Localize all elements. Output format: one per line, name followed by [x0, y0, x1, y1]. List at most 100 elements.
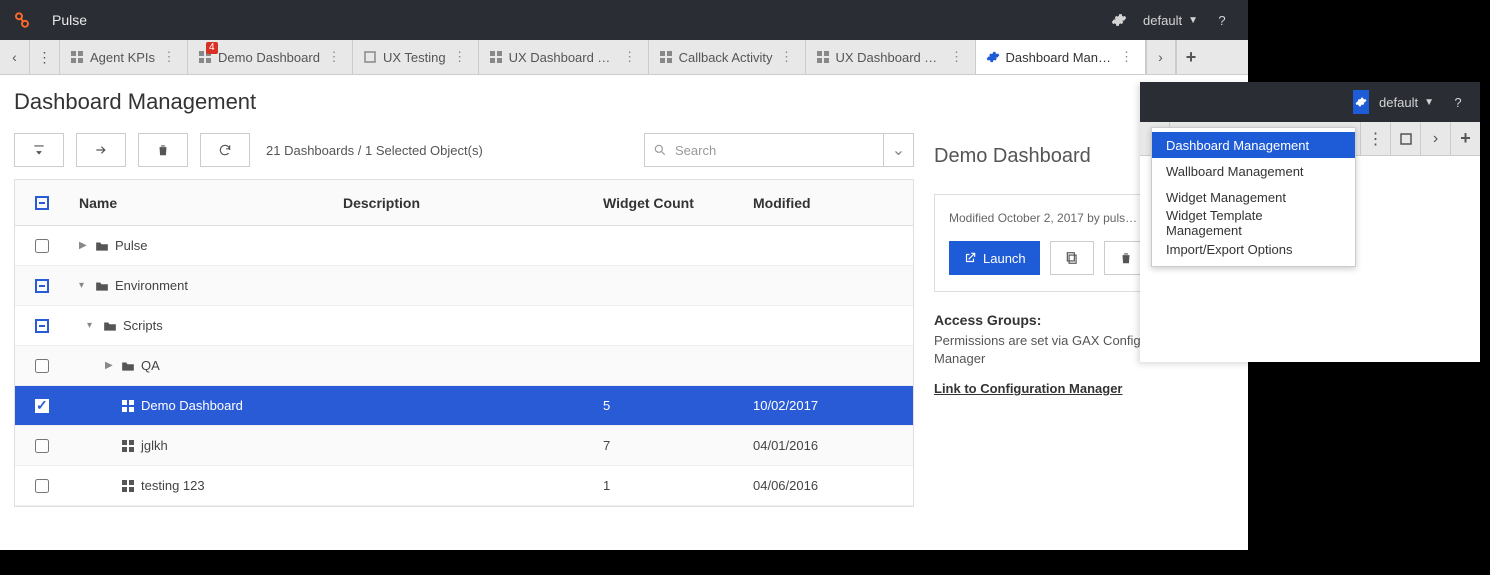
row-checkbox[interactable]	[35, 439, 49, 453]
toolbar: 21 Dashboards / 1 Selected Object(s) ⌄	[14, 133, 914, 167]
tab-more-icon[interactable]: ⋮	[779, 49, 795, 65]
dashboard-icon	[121, 479, 135, 493]
folder-icon	[103, 319, 117, 333]
overlay-add-button[interactable]: +	[1450, 122, 1480, 155]
tab-agent-kpis[interactable]: Agent KPIs ⋮	[60, 40, 188, 74]
search-box: ⌄	[644, 133, 914, 167]
copy-button[interactable]	[1050, 241, 1094, 275]
menu-item-dashboard-management[interactable]: Dashboard Management	[1152, 132, 1355, 158]
row-name: Demo Dashboard	[141, 398, 243, 413]
overlay-window: default ▼ ? Is ⋮ › + Dashboard Managemen…	[1140, 82, 1480, 362]
table-row[interactable]: ▾Scripts	[15, 306, 913, 346]
tab-scroll-left-button[interactable]: ‹	[0, 40, 30, 74]
col-desc[interactable]: Description	[333, 195, 593, 211]
tab-ux-testing[interactable]: UX Testing ⋮	[353, 40, 479, 74]
expand-icon[interactable]: ▶	[79, 240, 89, 251]
tab-more-icon[interactable]: ⋮	[161, 49, 177, 65]
row-checkbox[interactable]	[35, 359, 49, 373]
search-dropdown-button[interactable]: ⌄	[883, 134, 913, 166]
row-checkbox[interactable]	[35, 319, 49, 333]
settings-menu: Dashboard Management Wallboard Managemen…	[1151, 127, 1356, 267]
row-checkbox[interactable]	[35, 399, 49, 413]
col-name[interactable]: Name	[69, 195, 333, 211]
tab-menu-button[interactable]: ⋮	[30, 40, 60, 74]
app-title: Pulse	[52, 12, 87, 28]
tab-badge: 4	[206, 42, 218, 54]
tab-label: Agent KPIs	[90, 50, 155, 65]
collapse-icon[interactable]: ▾	[79, 280, 89, 291]
search-icon	[645, 134, 675, 166]
tab-label: UX Testing	[383, 50, 446, 65]
page-title: Dashboard Management	[14, 89, 914, 115]
tab-strip: ‹ ⋮ Agent KPIs ⋮ 4 Demo Dashboard ⋮ UX T…	[0, 40, 1248, 75]
table-row[interactable]: Demo Dashboard 5 10/02/2017	[15, 386, 913, 426]
overlay-tab-more-icon[interactable]: ⋮	[1360, 122, 1390, 155]
tab-scroll-right-button[interactable]: ›	[1146, 40, 1176, 74]
search-input[interactable]	[675, 134, 883, 166]
col-widget-count[interactable]: Widget Count	[593, 195, 743, 211]
row-name: testing 123	[141, 478, 205, 493]
tab-more-icon[interactable]: ⋮	[622, 49, 638, 65]
user-dropdown[interactable]: default ▼	[1133, 13, 1208, 28]
overlay-scroll-right-button[interactable]: ›	[1420, 122, 1450, 155]
tab-more-icon[interactable]: ⋮	[326, 49, 342, 65]
delete-button[interactable]	[138, 133, 188, 167]
grid-icon	[70, 50, 84, 64]
col-modified[interactable]: Modified	[743, 195, 913, 211]
table-row[interactable]: ▶Pulse	[15, 226, 913, 266]
folder-icon	[95, 279, 109, 293]
row-checkbox[interactable]	[35, 479, 49, 493]
dashboard-table: Name Description Widget Count Modified ▶…	[14, 179, 914, 507]
row-modified: 10/02/2017	[743, 398, 913, 413]
table-row[interactable]: testing 123 1 04/06/2016	[15, 466, 913, 506]
help-icon[interactable]: ?	[1208, 6, 1236, 34]
tab-ux-dash-1[interactable]: UX Dashboard Te… ⋮	[479, 40, 649, 74]
overlay-square-icon[interactable]	[1390, 122, 1420, 155]
row-name: jglkh	[141, 438, 168, 453]
table-row[interactable]: ▾ Environment	[15, 266, 913, 306]
app-logo	[12, 10, 32, 30]
tab-more-icon[interactable]: ⋮	[1119, 49, 1135, 65]
overlay-user-dropdown[interactable]: default ▼	[1369, 95, 1444, 110]
tab-more-icon[interactable]: ⋮	[452, 49, 468, 65]
tab-demo-dashboard[interactable]: 4 Demo Dashboard ⋮	[188, 40, 353, 74]
tab-dashboard-management[interactable]: Dashboard Manag… ⋮	[976, 40, 1146, 74]
caret-down-icon: ▼	[1424, 97, 1434, 108]
tab-more-icon[interactable]: ⋮	[949, 49, 965, 65]
overlay-user-label: default	[1379, 95, 1418, 110]
tab-add-button[interactable]: +	[1176, 40, 1206, 74]
collapse-icon[interactable]: ▾	[87, 320, 97, 331]
launch-label: Launch	[983, 251, 1026, 266]
grid-icon	[489, 50, 503, 64]
tab-label: UX Dashboard Te…	[509, 50, 616, 65]
user-label: default	[1143, 13, 1182, 28]
settings-gear-icon[interactable]	[1105, 6, 1133, 34]
menu-item-widget-template-management[interactable]: Widget Template Management	[1152, 210, 1355, 236]
expand-icon[interactable]: ▶	[105, 360, 115, 371]
overlay-gear-active-icon[interactable]	[1353, 90, 1369, 114]
row-name: Environment	[115, 278, 188, 293]
tab-label: Callback Activity	[679, 50, 773, 65]
row-checkbox[interactable]	[35, 279, 49, 293]
folder-icon	[95, 239, 109, 253]
dashboard-icon	[121, 399, 135, 413]
row-modified: 04/06/2016	[743, 478, 913, 493]
tab-ux-dash-2[interactable]: UX Dashboard Te… ⋮	[806, 40, 976, 74]
tab-callback[interactable]: Callback Activity ⋮	[649, 40, 806, 74]
top-header: Pulse default ▼ ?	[0, 0, 1248, 40]
table-header: Name Description Widget Count Modified	[15, 180, 913, 226]
move-button[interactable]	[76, 133, 126, 167]
config-manager-link[interactable]: Link to Configuration Manager	[934, 381, 1123, 396]
table-row[interactable]: jglkh 7 04/01/2016	[15, 426, 913, 466]
menu-item-widget-management[interactable]: Widget Management	[1152, 184, 1355, 210]
menu-item-wallboard-management[interactable]: Wallboard Management	[1152, 158, 1355, 184]
refresh-button[interactable]	[200, 133, 250, 167]
launch-button[interactable]: Launch	[949, 241, 1040, 275]
row-checkbox[interactable]	[35, 239, 49, 253]
header-check[interactable]	[15, 196, 69, 210]
tab-label: Demo Dashboard	[218, 50, 320, 65]
menu-item-import-export[interactable]: Import/Export Options	[1152, 236, 1355, 262]
table-row[interactable]: ▶QA	[15, 346, 913, 386]
overlay-help-icon[interactable]: ?	[1444, 88, 1472, 116]
collapse-button[interactable]	[14, 133, 64, 167]
